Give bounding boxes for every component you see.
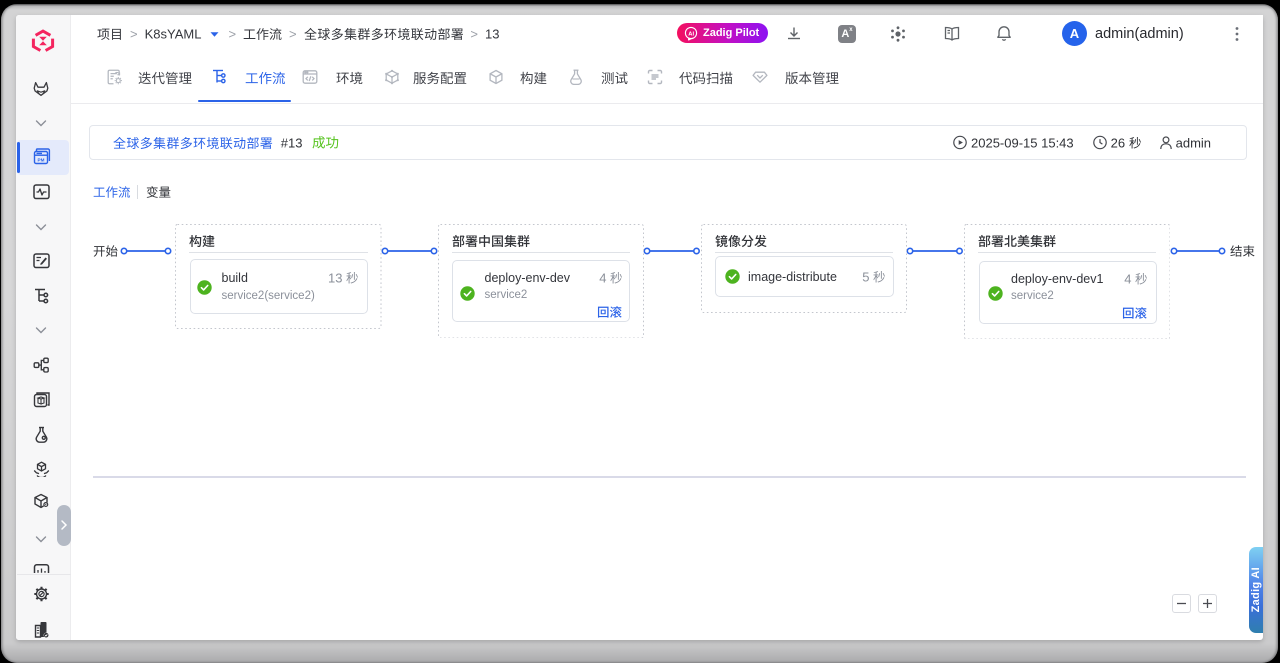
svg-text:PM: PM <box>38 158 45 163</box>
svg-text:AI: AI <box>688 31 694 37</box>
